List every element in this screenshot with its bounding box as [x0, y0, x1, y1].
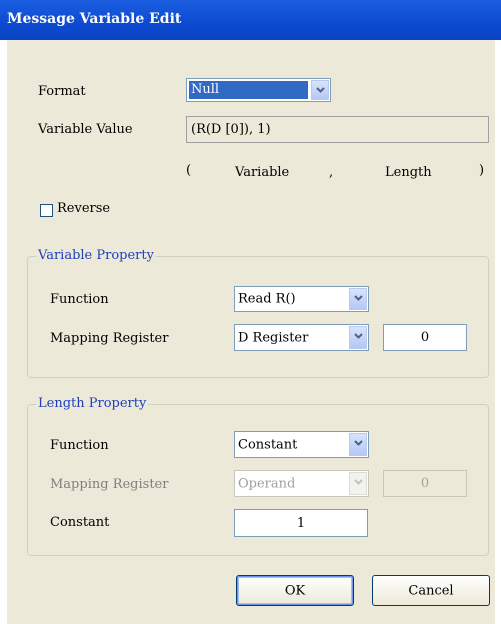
variable-property-group: Variable Property	[27, 248, 489, 378]
cancel-button-label: Cancel	[408, 583, 454, 598]
format-label: Format	[38, 84, 86, 99]
length-mapping-number-input[interactable]: 0	[383, 470, 467, 497]
constant-value: 1	[296, 516, 306, 531]
variable-mapping-number: 0	[420, 330, 430, 345]
reverse-checkbox[interactable]	[40, 204, 53, 217]
hint-variable: Variable	[235, 165, 290, 180]
window-title: Message Variable Edit	[7, 11, 182, 27]
variable-function-value: Read R()	[238, 291, 296, 307]
length-mapping-number: 0	[420, 476, 430, 491]
length-mapping-label: Mapping Register	[50, 477, 169, 492]
format-dropdown-button[interactable]	[311, 80, 329, 100]
variable-mapping-select[interactable]: D Register	[234, 324, 369, 351]
chevron-down-icon	[354, 440, 363, 446]
variable-function-dropdown-button[interactable]	[349, 288, 367, 310]
hint-open-paren: (	[186, 163, 192, 178]
reverse-label[interactable]: Reverse	[57, 201, 110, 216]
length-mapping-value: Operand	[238, 476, 296, 491]
variable-function-select[interactable]: Read R()	[234, 286, 369, 312]
format-value: Null	[189, 81, 308, 99]
variable-value-label: Variable Value	[38, 122, 133, 137]
chevron-down-icon	[354, 295, 363, 301]
variable-value-field[interactable]: (R(D [0]), 1)	[186, 116, 489, 143]
length-function-value: Constant	[238, 437, 298, 452]
chevron-down-icon	[354, 333, 363, 339]
title-bar[interactable]: Message Variable Edit	[0, 0, 501, 40]
chevron-down-icon	[354, 479, 363, 485]
chevron-down-icon	[316, 87, 325, 93]
variable-function-label: Function	[50, 292, 109, 307]
length-function-dropdown-button[interactable]	[349, 433, 367, 456]
variable-value-text: (R(D [0]), 1)	[191, 122, 271, 137]
variable-mapping-dropdown-button[interactable]	[349, 326, 367, 349]
length-property-title: Length Property	[36, 396, 149, 411]
constant-input[interactable]: 1	[234, 509, 368, 537]
ok-button-label: OK	[284, 583, 306, 598]
format-select[interactable]: Null	[186, 78, 331, 102]
variable-mapping-label: Mapping Register	[50, 331, 169, 346]
hint-close-paren: )	[479, 163, 485, 178]
constant-label: Constant	[50, 515, 110, 530]
length-function-select[interactable]: Constant	[234, 431, 369, 458]
variable-mapping-number-input[interactable]: 0	[383, 324, 467, 351]
length-mapping-select[interactable]: Operand	[234, 470, 369, 497]
length-mapping-dropdown-button[interactable]	[349, 472, 367, 495]
message-variable-edit-dialog: Message Variable Edit Format Null Variab…	[0, 0, 501, 624]
variable-property-title: Variable Property	[36, 248, 156, 263]
length-function-label: Function	[50, 438, 109, 453]
cancel-button[interactable]: Cancel	[372, 575, 490, 606]
ok-button[interactable]: OK	[236, 575, 354, 606]
variable-mapping-value: D Register	[238, 330, 309, 345]
hint-comma: ,	[329, 165, 334, 180]
hint-length: Length	[385, 165, 432, 180]
